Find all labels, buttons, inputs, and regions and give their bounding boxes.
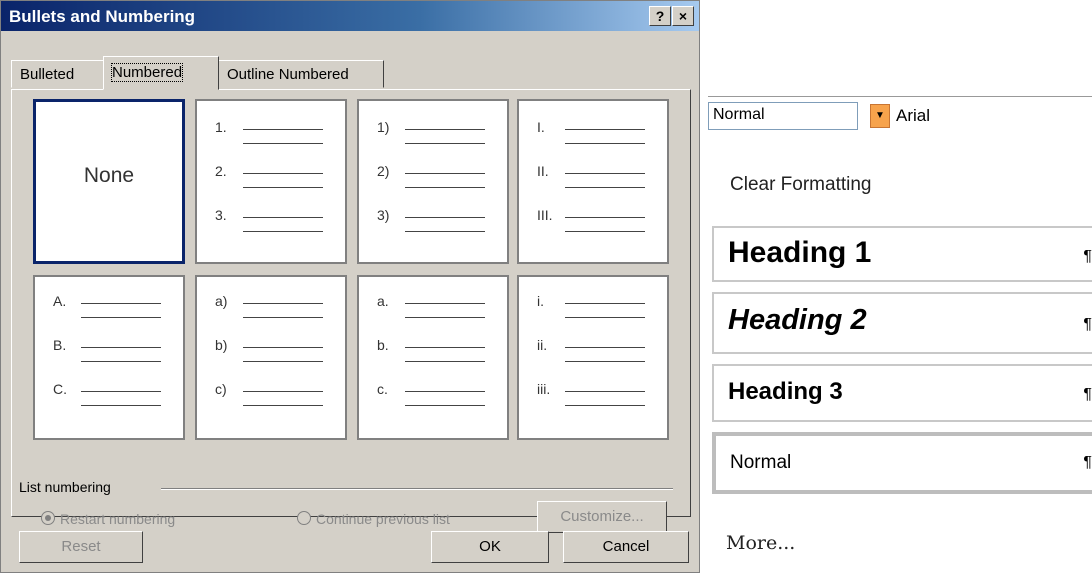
toolbar-divider: [708, 96, 1092, 97]
radio-unselected-icon: [297, 511, 311, 525]
numbering-option[interactable]: 1) 2) 3): [357, 99, 509, 264]
radio-label: Continue previous list: [316, 511, 450, 527]
numbering-option[interactable]: a. b. c.: [357, 275, 509, 440]
numbering-option[interactable]: a) b) c): [195, 275, 347, 440]
style-label: Heading 2: [728, 304, 867, 336]
paragraph-mark-icon: ¶: [1083, 454, 1092, 471]
group-divider: [161, 488, 673, 490]
list-marker: a.: [377, 293, 389, 309]
list-marker: b.: [377, 337, 389, 353]
tab-numbered[interactable]: Numbered: [103, 56, 219, 90]
close-button[interactable]: ×: [672, 6, 694, 26]
chevron-down-icon: ▼: [875, 110, 885, 121]
list-marker: III.: [537, 207, 553, 223]
style-item-heading-1[interactable]: Heading 1 ¶: [712, 226, 1092, 282]
tab-label: Numbered: [110, 63, 184, 82]
restart-numbering-radio[interactable]: Restart numbering: [41, 511, 175, 527]
list-marker: ii.: [537, 337, 548, 353]
list-marker: c.: [377, 381, 388, 397]
close-icon: ×: [678, 8, 688, 24]
list-marker: A.: [53, 293, 67, 309]
list-marker: 1): [377, 119, 390, 135]
clear-formatting-item[interactable]: Clear Formatting: [730, 174, 872, 196]
list-marker: 2.: [215, 163, 227, 179]
help-button[interactable]: ?: [649, 6, 671, 26]
numbering-gallery: None 1. 2. 3. 1) 2) 3) I. II. III. A. B.…: [33, 99, 671, 469]
numbering-option[interactable]: A. B. C.: [33, 275, 185, 440]
continue-list-radio[interactable]: Continue previous list: [297, 511, 450, 527]
tab-label: Outline Numbered: [227, 66, 349, 83]
more-styles-item[interactable]: More...: [726, 532, 795, 554]
tab-label: Bulleted: [20, 66, 75, 83]
paragraph-mark-icon: ¶: [1083, 386, 1092, 403]
radio-label: Restart numbering: [60, 511, 176, 527]
tab-outline-numbered[interactable]: Outline Numbered: [218, 60, 384, 88]
list-marker: 3.: [215, 207, 227, 223]
style-dropdown-button[interactable]: ▼: [870, 104, 890, 128]
paragraph-mark-icon: ¶: [1083, 316, 1092, 333]
cancel-button[interactable]: Cancel: [563, 531, 689, 563]
list-marker: I.: [537, 119, 545, 135]
style-combo-value: Normal: [713, 106, 765, 123]
radio-selected-icon: [41, 511, 55, 525]
numbering-option[interactable]: I. II. III.: [517, 99, 669, 264]
title-bar: Bullets and Numbering ? ×: [1, 1, 699, 31]
list-marker: iii.: [537, 381, 551, 397]
help-icon: ?: [655, 8, 665, 24]
list-marker: a): [215, 293, 228, 309]
list-marker: 2): [377, 163, 390, 179]
list-numbering-label: List numbering: [19, 479, 117, 495]
style-label: Normal: [730, 452, 792, 473]
list-marker: b): [215, 337, 228, 353]
paragraph-mark-icon: ¶: [1083, 248, 1092, 265]
style-item-heading-2[interactable]: Heading 2 ¶: [712, 292, 1092, 354]
numbering-option[interactable]: i. ii. iii.: [517, 275, 669, 440]
customize-button[interactable]: Customize...: [537, 501, 667, 533]
font-combo-value[interactable]: Arial: [896, 106, 930, 126]
dialog-title: Bullets and Numbering: [9, 7, 196, 26]
reset-button[interactable]: Reset: [19, 531, 143, 563]
style-item-normal[interactable]: Normal ¶: [712, 432, 1092, 494]
list-marker: i.: [537, 293, 544, 309]
style-label: Heading 1: [728, 236, 872, 269]
style-combo[interactable]: Normal: [708, 102, 858, 130]
ok-button[interactable]: OK: [431, 531, 549, 563]
list-marker: 3): [377, 207, 390, 223]
list-marker: c): [215, 381, 227, 397]
style-label: Heading 3: [728, 378, 843, 405]
list-marker: B.: [53, 337, 67, 353]
numbering-option[interactable]: 1. 2. 3.: [195, 99, 347, 264]
tab-bulleted[interactable]: Bulleted: [11, 60, 105, 88]
option-label: None: [83, 164, 135, 187]
list-marker: C.: [53, 381, 67, 397]
styles-dropdown-panel: Normal ▼ Arial Clear Formatting Heading …: [708, 92, 1092, 573]
list-marker: 1.: [215, 119, 227, 135]
list-marker: II.: [537, 163, 549, 179]
bullets-numbering-dialog: Bullets and Numbering ? × Bulleted Numbe…: [0, 0, 700, 573]
style-item-heading-3[interactable]: Heading 3 ¶: [712, 364, 1092, 422]
numbering-option-none[interactable]: None: [33, 99, 185, 264]
